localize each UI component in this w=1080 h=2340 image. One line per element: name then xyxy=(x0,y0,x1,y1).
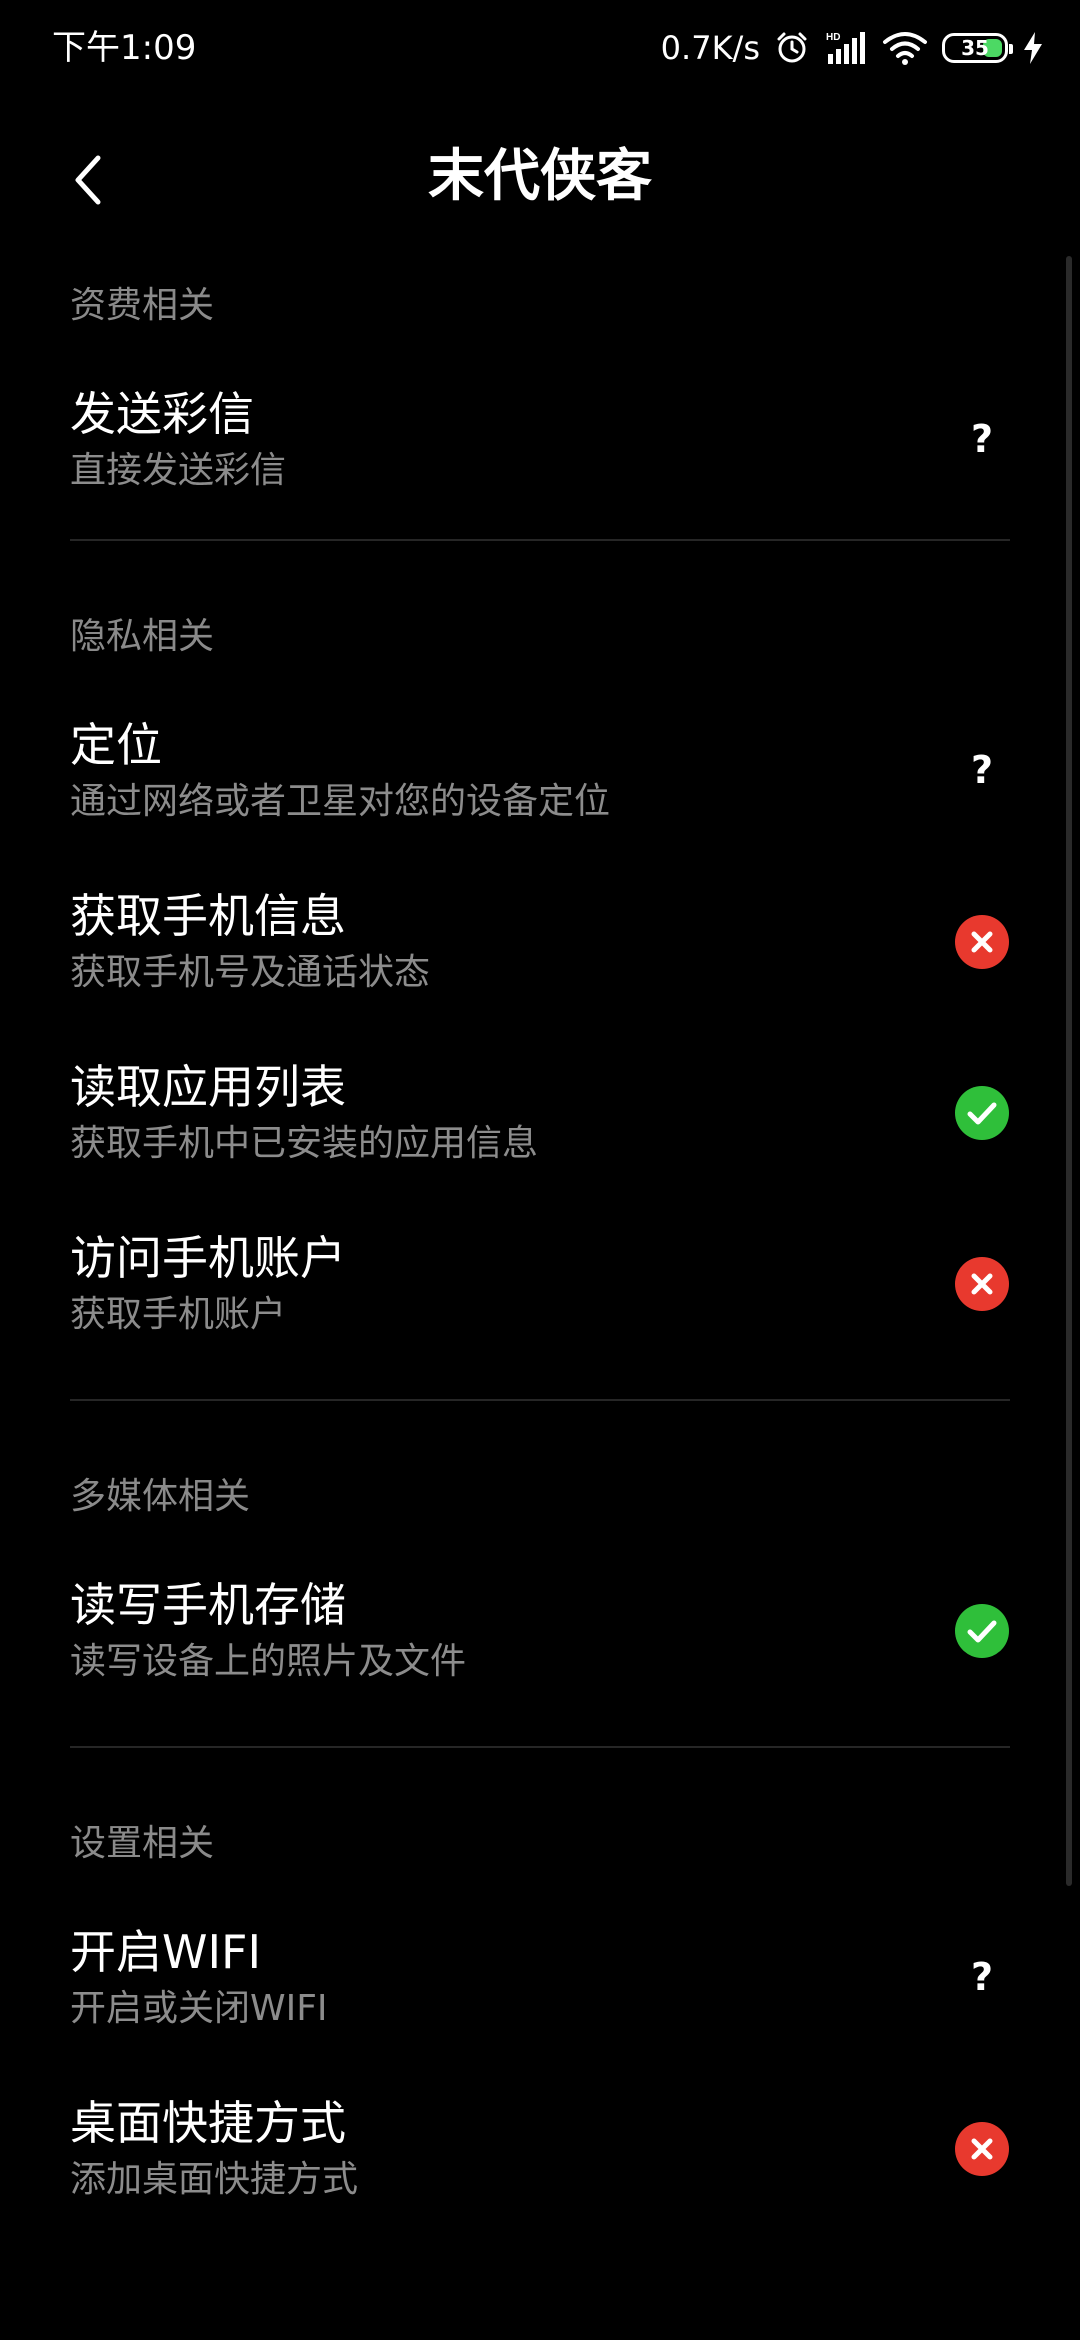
page-title: 末代侠客 xyxy=(428,144,652,209)
svg-text:?: ? xyxy=(971,748,993,792)
section: 多媒体相关读写手机存储读写设备上的照片及文件 xyxy=(0,1461,1080,1748)
permission-item[interactable]: 桌面快捷方式添加桌面快捷方式 xyxy=(0,2065,1080,2236)
title-bar: 末代侠客 xyxy=(0,120,1080,236)
permission-description: 开启或关闭WIFI xyxy=(70,1988,328,2029)
denied-icon[interactable] xyxy=(954,1256,1010,1312)
permission-title: 读写手机存储 xyxy=(70,1578,346,1632)
permission-title: 发送彩信 xyxy=(70,387,254,441)
section: 资费相关发送彩信直接发送彩信? xyxy=(0,270,1080,541)
allowed-icon[interactable] xyxy=(954,1603,1010,1659)
section-divider xyxy=(70,1399,1010,1401)
permission-item[interactable]: 读取应用列表获取手机中已安装的应用信息 xyxy=(0,1029,1080,1200)
permission-item[interactable]: 定位通过网络或者卫星对您的设备定位? xyxy=(0,687,1080,858)
permission-description: 获取手机中已安装的应用信息 xyxy=(70,1123,539,1164)
alarm-icon xyxy=(774,30,810,66)
status-time: 下午1:09 xyxy=(52,28,197,68)
permission-item[interactable]: 开启WIFI 开启或关闭WIFI? xyxy=(0,1894,1080,2065)
section-header: 隐私相关 xyxy=(70,616,215,657)
permission-description: 获取手机号及通话状态 xyxy=(70,952,431,993)
permission-title: 读取应用列表 xyxy=(70,1060,346,1114)
permission-item[interactable]: 获取手机信息获取手机号及通话状态 xyxy=(0,858,1080,1029)
network-speed: 0.7K/s xyxy=(660,29,760,67)
svg-text:?: ? xyxy=(971,1955,993,1999)
question-icon[interactable]: ? xyxy=(954,1950,1010,2006)
question-icon[interactable]: ? xyxy=(954,743,1010,799)
denied-icon[interactable] xyxy=(954,914,1010,970)
section: 隐私相关 定位 通过网络或者卫星对您的设备定位? 获取手机信息 获取手机号及通话状态 读取… xyxy=(0,601,1080,1401)
permission-description: 获取手机账户 xyxy=(70,1294,287,1335)
charging-icon xyxy=(1022,31,1044,65)
hd-signal-icon: HD xyxy=(824,30,868,66)
section-divider xyxy=(70,539,1010,541)
permission-description: 添加桌面快捷方式 xyxy=(70,2159,359,2200)
permission-title: 访问手机账户 xyxy=(70,1231,346,1285)
battery-level: 35 xyxy=(961,36,989,60)
denied-icon[interactable] xyxy=(954,2121,1010,2177)
section-divider xyxy=(70,1746,1010,1748)
wifi-icon xyxy=(882,30,928,66)
permission-description: 直接发送彩信 xyxy=(70,450,287,491)
section-header: 资费相关 xyxy=(70,285,215,326)
status-bar: 下午1:09 0.7K/s HD 35 xyxy=(0,0,1080,96)
permission-item[interactable]: 访问手机账户获取手机账户 xyxy=(0,1200,1080,1371)
allowed-icon[interactable] xyxy=(954,1085,1010,1141)
status-icons: 0.7K/s HD 35 xyxy=(661,24,1044,72)
svg-text:HD: HD xyxy=(826,32,840,43)
permission-description: 读写设备上的照片及文件 xyxy=(70,1641,467,1682)
permission-title: 定位 xyxy=(70,718,162,772)
permission-list: 资费相关 发送彩信 直接发送彩信? 隐私相关 定位 通过网络或者卫星对您的设备定位? 获取手… xyxy=(0,270,1080,2236)
permission-title: 获取手机信息 xyxy=(70,889,346,943)
permission-description: 通过网络或者卫星对您的设备定位 xyxy=(70,781,611,822)
section-header: 设置相关 xyxy=(70,1823,215,1864)
permission-title: 开启WIFI xyxy=(70,1925,262,1979)
permission-title: 桌面快捷方式 xyxy=(70,2096,346,2150)
svg-text:?: ? xyxy=(971,417,993,461)
permission-item[interactable]: 读写手机存储读写设备上的照片及文件 xyxy=(0,1547,1080,1718)
question-icon[interactable]: ? xyxy=(954,412,1010,468)
permission-item[interactable]: 发送彩信直接发送彩信? xyxy=(0,356,1080,527)
section-header: 多媒体相关 xyxy=(70,1476,251,1517)
battery-icon: 35 xyxy=(942,33,1013,63)
section: 设置相关开启WIFI 开启或关闭WIFI? 桌面快捷方式添加桌面快捷方式 xyxy=(0,1808,1080,2236)
